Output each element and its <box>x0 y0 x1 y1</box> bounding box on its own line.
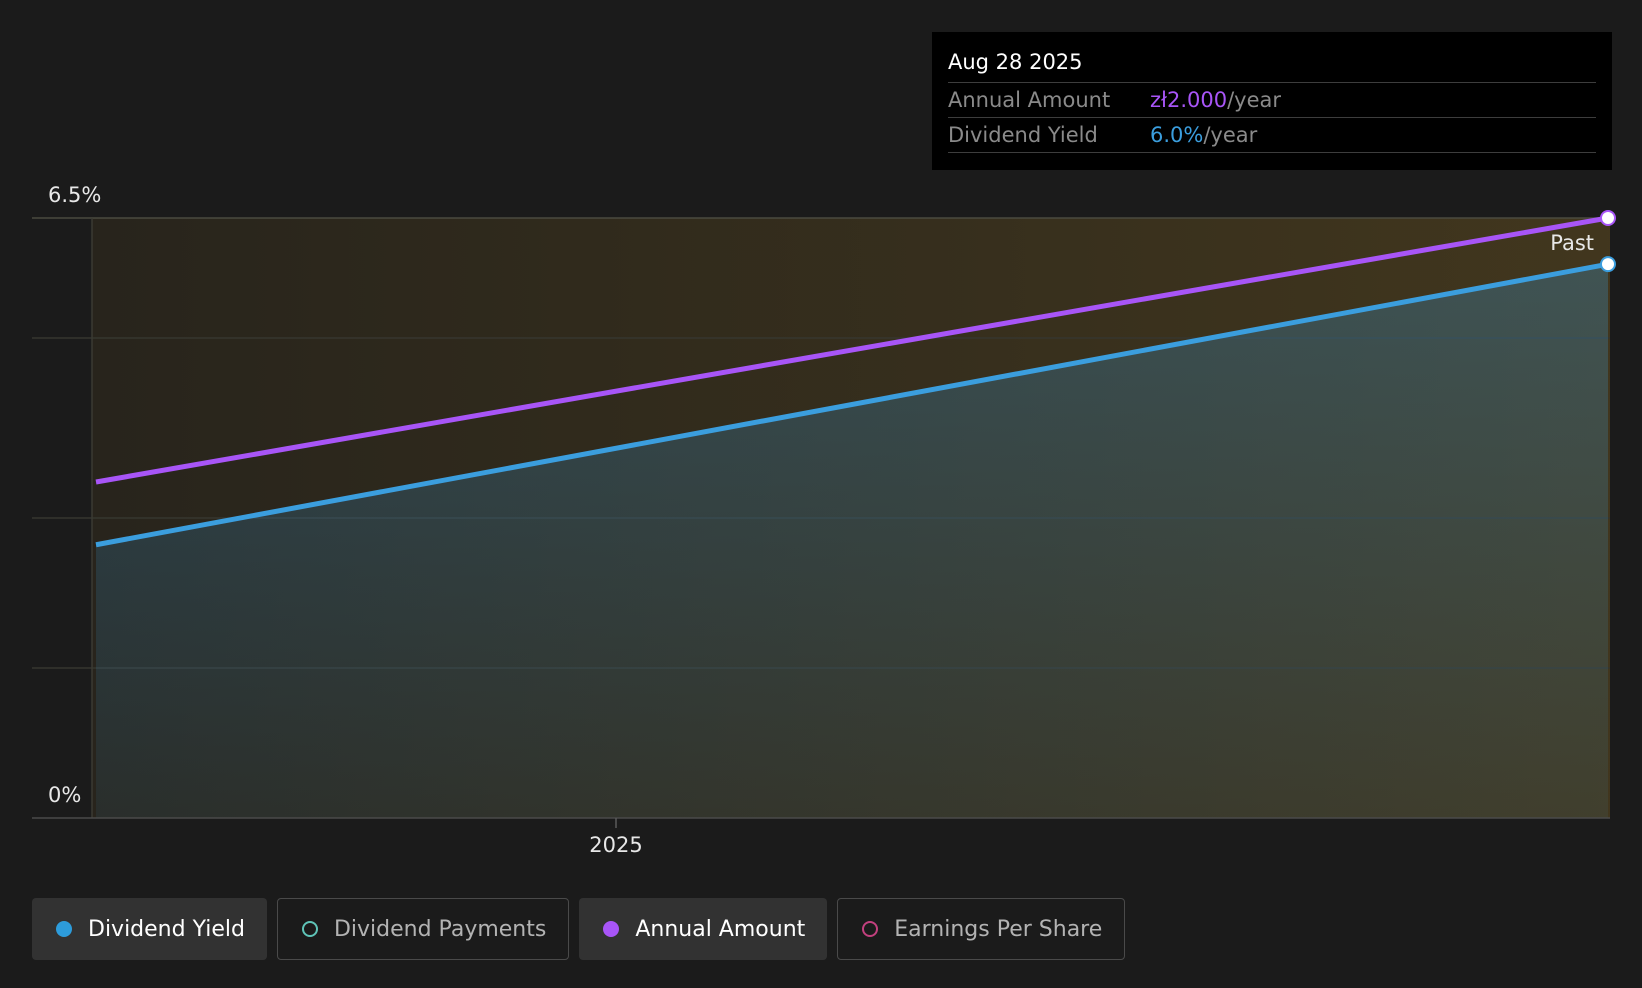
dividend-payments-ring-icon <box>301 921 318 937</box>
legend-label: Annual Amount <box>635 916 806 942</box>
legend-dividend-yield[interactable]: Dividend Yield <box>32 898 267 960</box>
tooltip-row-dividend-yield: Dividend Yield 6.0% /year <box>948 118 1596 153</box>
tooltip-unit: /year <box>1227 88 1282 112</box>
tooltip-value: 6.0% <box>1150 123 1204 147</box>
chart-legend: Dividend Yield Dividend Payments Annual … <box>32 898 1126 960</box>
tooltip-date: Aug 28 2025 <box>948 32 1596 83</box>
dividend-yield-dot-icon <box>56 921 72 937</box>
legend-label: Dividend Payments <box>333 916 547 942</box>
y-min-label: 0% <box>48 783 81 807</box>
earnings-per-share-ring-icon <box>862 921 879 937</box>
past-label: Past <box>1550 231 1594 255</box>
x-tick-label: 2025 <box>589 833 642 857</box>
legend-label: Earnings Per Share <box>894 916 1103 942</box>
legend-earnings-per-share[interactable]: Earnings Per Share <box>837 898 1126 960</box>
legend-label: Dividend Yield <box>88 916 245 942</box>
tooltip-unit: /year <box>1203 123 1258 147</box>
tooltip-row-annual-amount: Annual Amount zł2.000 /year <box>948 83 1596 118</box>
legend-dividend-payments[interactable]: Dividend Payments <box>276 898 570 960</box>
tooltip-label: Annual Amount <box>948 88 1111 112</box>
y-max-label: 6.5% <box>48 183 101 207</box>
tooltip-label: Dividend Yield <box>948 123 1098 147</box>
annual-amount-endpoint <box>1600 210 1616 226</box>
chart-tooltip: Aug 28 2025 Annual Amount zł2.000 /year … <box>932 32 1612 170</box>
tooltip-value: zł2.000 <box>1150 88 1228 112</box>
dividend-yield-endpoint <box>1600 256 1616 273</box>
legend-annual-amount[interactable]: Annual Amount <box>579 898 828 960</box>
annual-amount-dot-icon <box>603 921 620 937</box>
